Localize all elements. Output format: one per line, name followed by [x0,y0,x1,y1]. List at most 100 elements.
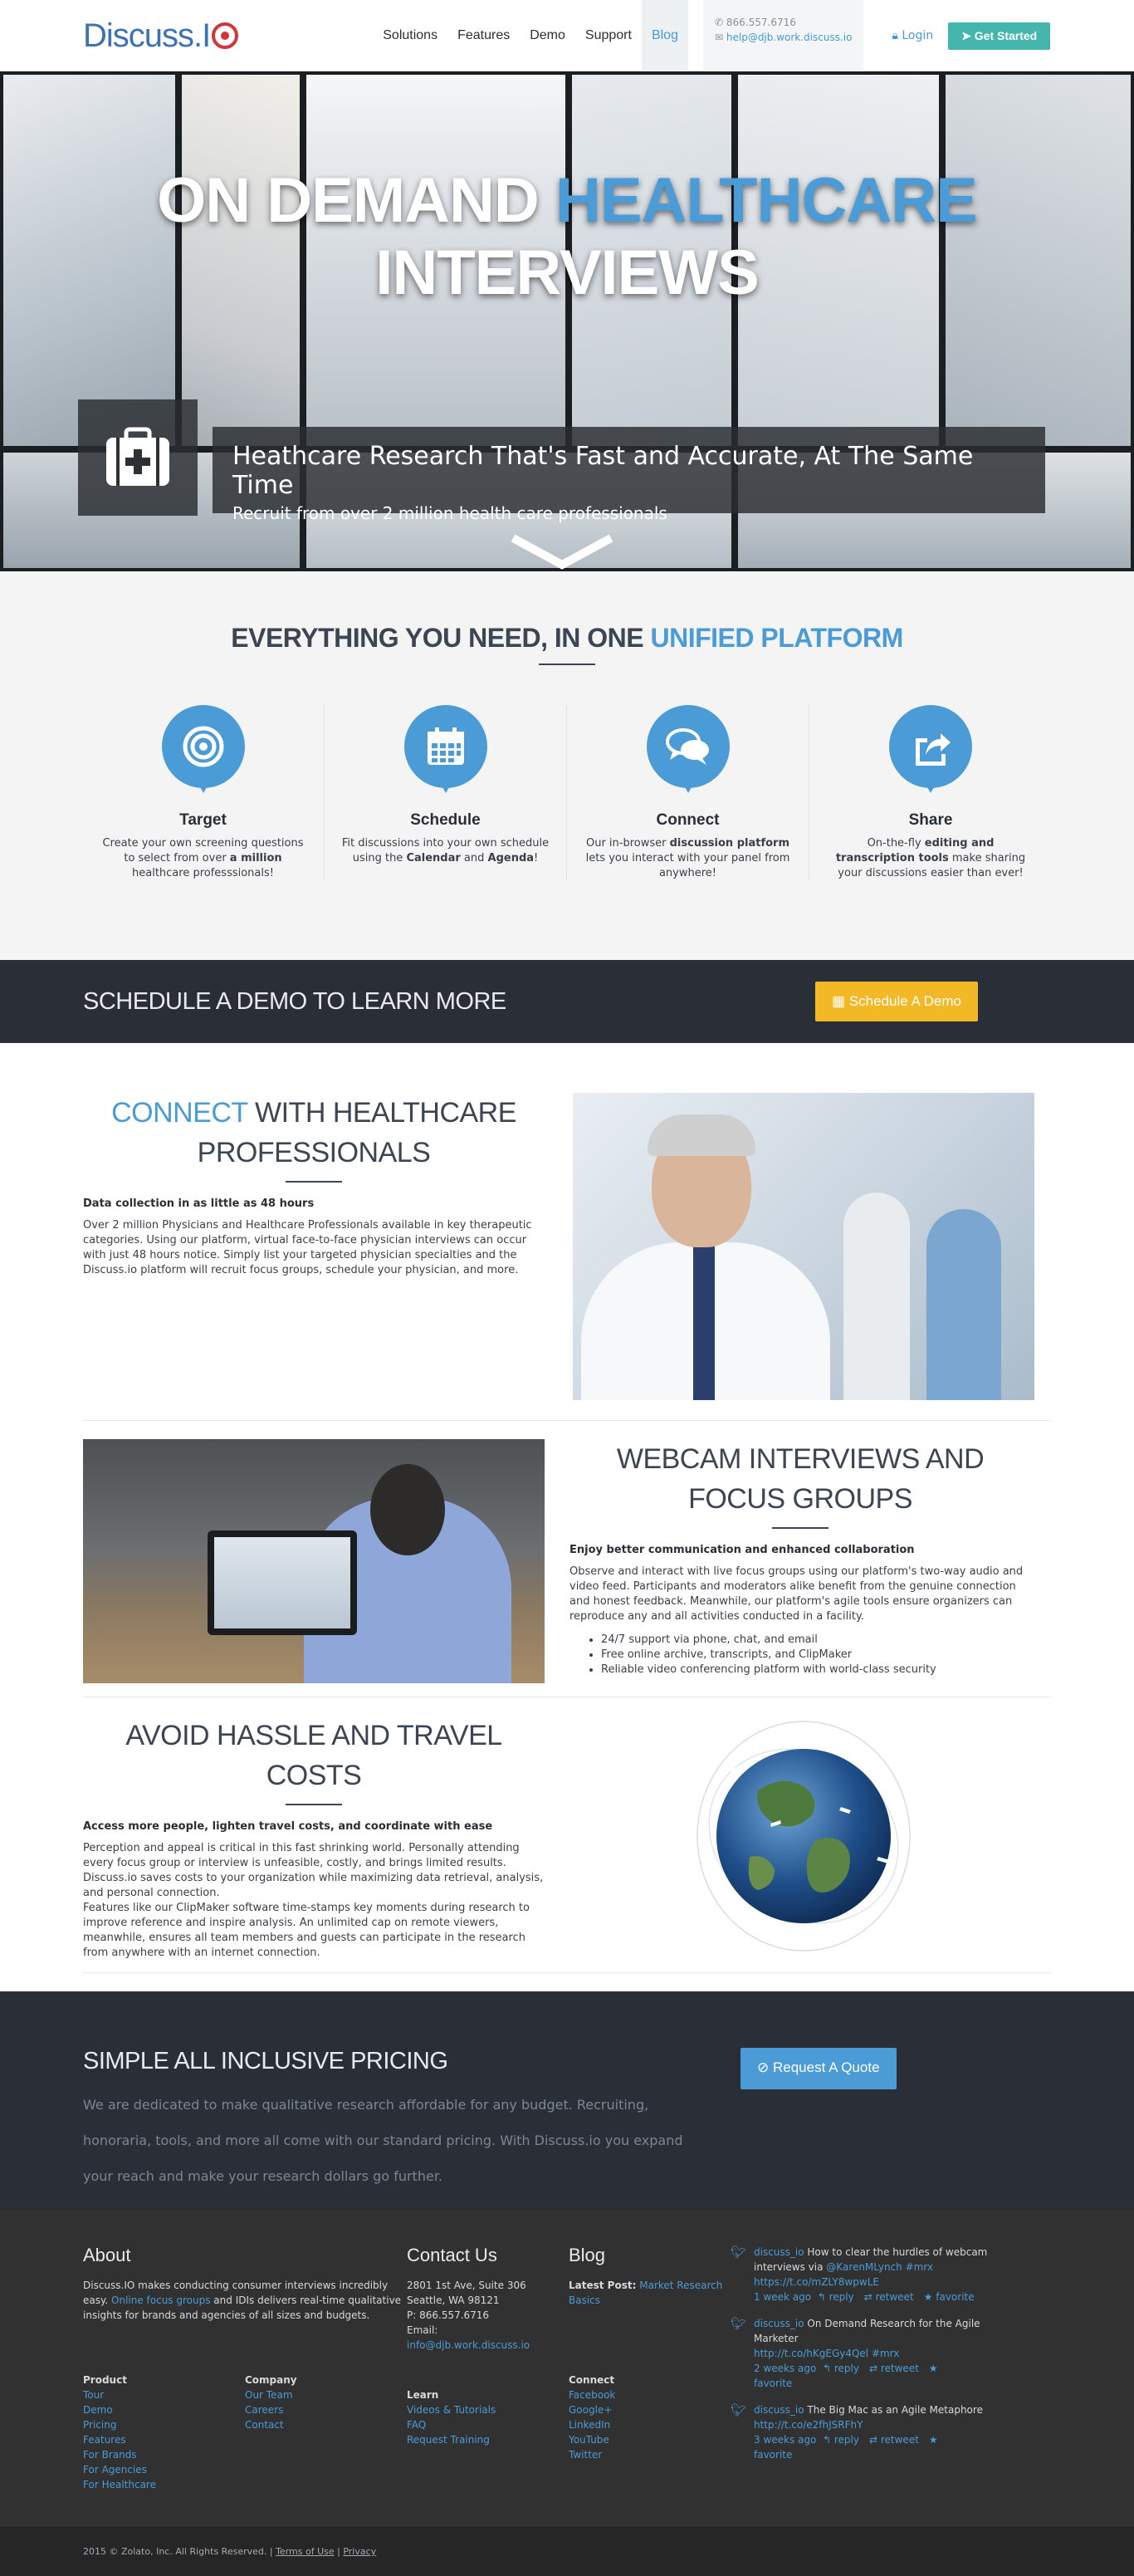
tweet-text: The Big Mac as an Agile Metaphore [804,2404,983,2416]
feature-description: On-the-fly editing and transcription too… [835,837,1026,879]
tweet-retweet-link[interactable]: ⇄ retweet [864,2291,914,2303]
nav-demo[interactable]: Demo [520,0,575,71]
footer-email-label: Email: [407,2324,438,2336]
nav-features[interactable]: Features [447,0,520,71]
footer-link-demo[interactable]: Demo [83,2404,113,2416]
tweet-handle-link[interactable]: discuss_io [754,2404,804,2416]
footer-link-tour[interactable]: Tour [83,2389,104,2401]
schedule-demo-label: Schedule A Demo [848,993,961,1009]
list-item: 24/7 support via phone, chat, and email [601,1633,1031,1648]
footer-link-youtube[interactable]: YouTube [569,2434,609,2446]
request-quote-button[interactable]: ⊘ Request A Quote [741,2048,897,2089]
footer-link-contact[interactable]: Contact [245,2419,284,2431]
footer-link-our-team[interactable]: Our Team [245,2389,293,2401]
tweet-reply-link[interactable]: ↰ reply [818,2291,854,2303]
header-email-link[interactable]: help@djb.work.discuss.io [726,32,853,43]
get-started-label: Get Started [974,28,1038,42]
tweet-url-link[interactable]: https://t.co/mZLY8wpwLE [754,2276,879,2288]
list-item: Free online archive, transcripts, and Cl… [601,1648,1031,1663]
feature-list: Target Create your own screening questio… [0,705,1134,881]
tweet-age: 3 weeks ago [754,2434,817,2446]
tweet-retweet-link[interactable]: ⇄ retweet [869,2363,919,2374]
footer-link-careers[interactable]: Careers [245,2404,283,2416]
globe-with-planes-icon [697,1721,911,1952]
footer-link-facebook[interactable]: Facebook [569,2389,615,2401]
hero-icon-box [78,399,198,516]
terms-of-use-link[interactable]: Terms of Use [276,2546,335,2557]
feature-target: Target Create your own screening questio… [82,705,325,881]
feature-schedule: Schedule Fit discussions into your own s… [325,705,567,881]
tweet-hashtag-link[interactable]: #mrx [902,2261,933,2273]
main-nav: Solutions Features Demo Support Blog [373,0,688,71]
travel-text: AVOID HASSLE AND TRAVEL COSTS Access mor… [83,1716,545,1961]
footer-about-title: About [83,2245,131,2265]
feature-pin [889,705,972,796]
webcam-subhead: Enjoy better communication and enhanced … [569,1544,915,1556]
footer-connect-links: Connect Facebook Google+ LinkedIn YouTub… [569,2373,731,2462]
divider [772,1527,829,1529]
calendar-icon [427,727,464,765]
tweet-url-link[interactable]: http://t.co/e2fhJSRFhY [754,2419,863,2431]
tweet-age: 1 week ago [754,2291,812,2303]
footer-link-for-healthcare[interactable]: For Healthcare [83,2479,156,2490]
footer-link-for-brands[interactable]: For Brands [83,2449,137,2461]
scroll-down-chevron-icon[interactable] [508,535,616,571]
schedule-demo-button[interactable]: ▦ Schedule A Demo [815,982,978,1021]
footer-latest-post: Latest Post: Market Research Basics [569,2280,723,2306]
divider [539,664,595,665]
webcam-interview-photo [83,1439,545,1683]
footer-link-features[interactable]: Features [83,2434,126,2446]
footer-link-videos-tutorials[interactable]: Videos & Tutorials [407,2404,496,2416]
feature-description: Fit discussions into your own schedule u… [341,837,550,864]
tweet-reply-link[interactable]: ↰ reply [823,2434,859,2446]
footer-link-linkedin[interactable]: LinkedIn [569,2419,610,2431]
chat-bubbles-icon [665,728,709,765]
footer-email-link[interactable]: info@djb.work.discuss.io [407,2339,530,2351]
footer-company-links: Company Our Team Careers Contact [245,2373,407,2492]
copyright-text: 2015 © Zolato, Inc. All Rights Reserved.… [83,2546,276,2557]
tweet-favorite-link[interactable]: ★ favorite [924,2291,975,2303]
footer-link-request-training[interactable]: Request Training [407,2434,490,2446]
pricing-title: SIMPLE ALL INCLUSIVE PRICING [83,2048,448,2074]
get-started-button[interactable]: ➤ Get Started [948,22,1051,50]
tweet-mention-link[interactable]: @KarenMLynch [826,2261,902,2273]
logo[interactable]: Discuss.I [83,17,239,55]
site-footer: About Discuss.IO makes conducting consum… [0,2210,1134,2525]
webcam-text: WEBCAM INTERVIEWS AND FOCUS GROUPS Enjoy… [569,1439,1031,1677]
tweet-retweet-link[interactable]: ⇄ retweet [869,2434,919,2446]
travel-title: AVOID HASSLE AND TRAVEL COSTS [125,1720,502,1791]
lock-icon: 🔒︎ [892,29,898,42]
tweet-handle-link[interactable]: discuss_io [754,2246,804,2258]
phone-icon: ✆ [714,17,724,28]
feature-title: Target [179,811,227,829]
online-focus-groups-link[interactable]: Online focus groups [111,2294,210,2306]
footer-link-twitter[interactable]: Twitter [569,2449,602,2461]
travel-subhead: Access more people, lighten travel costs… [83,1820,493,1833]
footer-link-for-agencies[interactable]: For Agencies [83,2464,147,2476]
tweet-handle-link[interactable]: discuss_io [754,2318,804,2329]
feature-title: Share [908,811,953,829]
footer-about: About Discuss.IO makes conducting consum… [83,2245,407,2492]
footer-link-faq[interactable]: FAQ [407,2419,426,2431]
nav-support[interactable]: Support [575,0,642,71]
login-link[interactable]: 🔒︎ Login [892,29,933,42]
footer-link-google-plus[interactable]: Google+ [569,2404,612,2416]
divider [286,1181,342,1183]
footer-links-heading: Product [83,2374,127,2386]
privacy-link[interactable]: Privacy [343,2546,376,2557]
medical-kit-icon [106,427,169,486]
feature-share: Share On-the-fly editing and transcripti… [809,705,1052,881]
copyright-separator: | [334,2546,344,2557]
footer-link-pricing[interactable]: Pricing [83,2419,116,2431]
nav-blog[interactable]: Blog [641,0,688,71]
tweet-url-link[interactable]: http://t.co/hKgEGy4Qel #mrx [754,2348,899,2359]
nav-solutions[interactable]: Solutions [373,0,447,71]
features-title: EVERYTHING YOU NEED, IN ONE UNIFIED PLAT… [231,623,903,653]
demo-banner-title: SCHEDULE A DEMO TO LEARN MORE [83,987,506,1015]
connect-body: Over 2 million Physicians and Healthcare… [83,1219,532,1276]
connect-subhead: Data collection in as little as 48 hours [83,1197,315,1210]
tweet: 🐦︎ discuss_io How to clear the hurdles o… [731,2245,988,2304]
hero-caption-subtitle: Recruit from over 2 million health care … [232,503,667,523]
tweet-reply-link[interactable]: ↰ reply [823,2363,859,2374]
connect-title: CONNECT WITH HEALTHCARE PROFESSIONALS [111,1097,516,1168]
